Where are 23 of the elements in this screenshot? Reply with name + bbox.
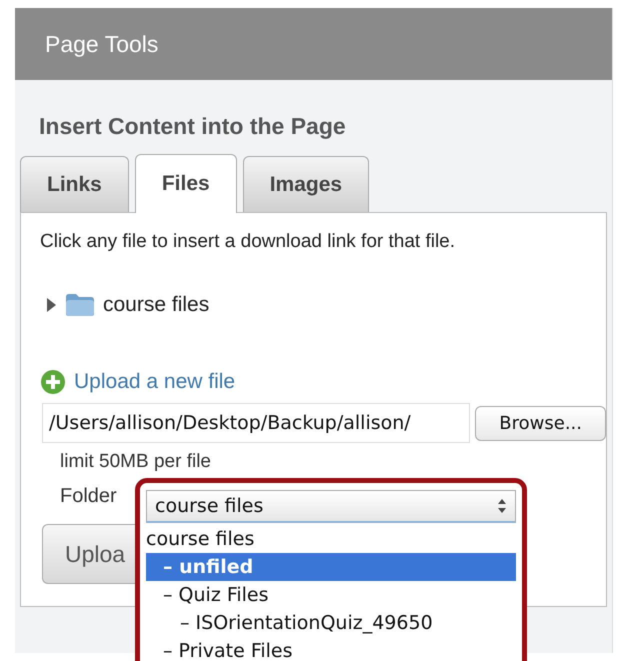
dropdown-option[interactable]: – unfiled	[146, 553, 516, 581]
tab[interactable]: Images	[242, 156, 370, 212]
dropdown-option[interactable]: – Quiz Files	[146, 581, 516, 609]
instructions-text: Click any file to insert a download link for that file.	[40, 231, 456, 253]
panel-title: Page Tools	[15, 8, 612, 80]
upload-link[interactable]: Upload a new file	[74, 370, 236, 394]
dropdown-option[interactable]: – Private Files	[146, 637, 516, 661]
upload-button[interactable]: Uploa	[42, 524, 135, 584]
limit-note: limit 50MB per file	[60, 451, 212, 473]
tab[interactable]: Files	[134, 154, 237, 213]
folder-icon	[65, 293, 95, 317]
file-path-field[interactable]: /Users/allison/Desktop/Backup/allison/	[42, 403, 470, 443]
folder-label: Folder	[60, 485, 117, 508]
dropdown-option[interactable]: course files	[146, 525, 516, 553]
dropdown-option[interactable]: – ISOrientationQuiz_49650	[146, 609, 516, 637]
collapsed-triangle-icon[interactable]	[46, 297, 57, 313]
updown-arrows-icon	[497, 498, 507, 514]
section-heading: Insert Content into the Page	[39, 113, 347, 140]
add-icon[interactable]	[40, 369, 66, 395]
browse-button[interactable]: Browse...	[475, 406, 606, 440]
folder-select[interactable]: course files	[146, 490, 516, 523]
tab[interactable]: Links	[20, 156, 129, 212]
folder-name[interactable]: course files	[103, 293, 210, 317]
